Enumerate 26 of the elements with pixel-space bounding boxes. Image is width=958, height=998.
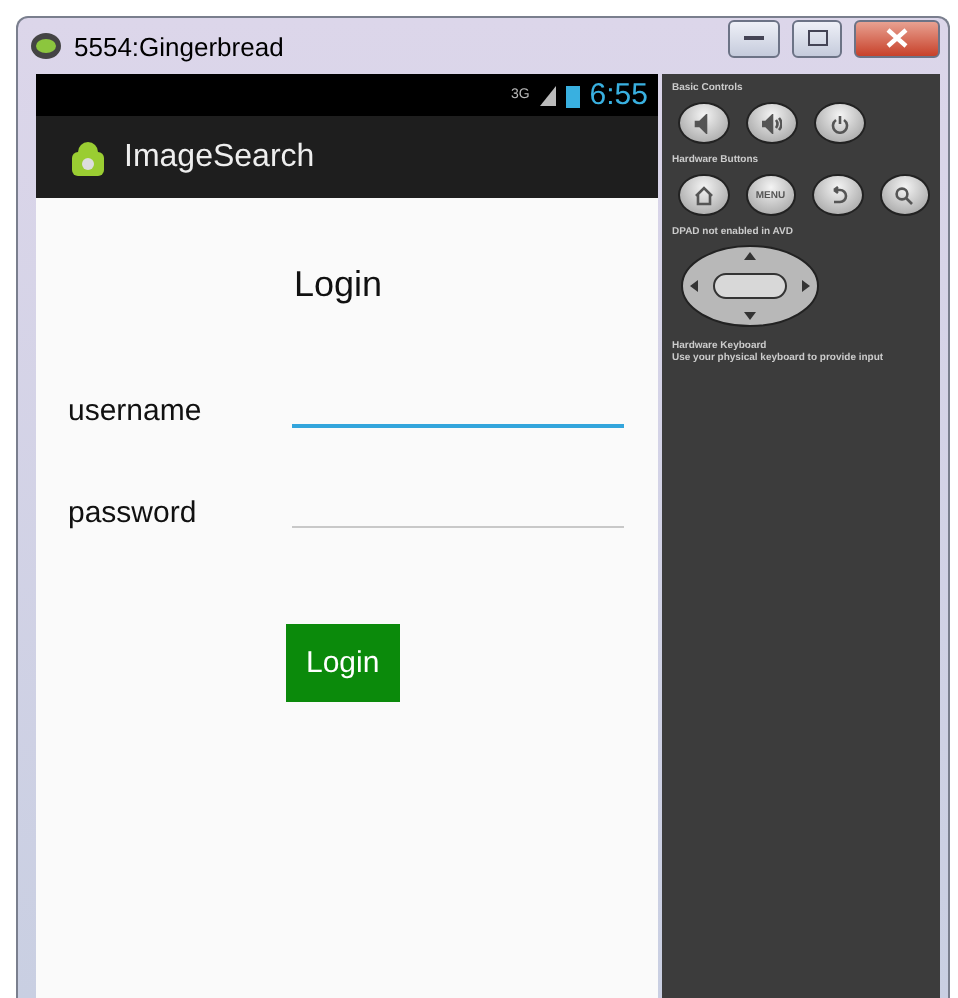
clock: 6:55: [589, 78, 648, 112]
login-heading: Login: [294, 264, 383, 306]
back-button[interactable]: [812, 174, 863, 216]
close-icon: [886, 28, 908, 48]
search-icon: [894, 185, 915, 205]
power-icon: [830, 113, 850, 133]
field-label: username: [68, 394, 204, 428]
dpad-drawing: [680, 244, 820, 328]
home-icon: [693, 185, 714, 205]
app-title: ImageSearch: [124, 139, 315, 175]
field-label: password: [68, 496, 199, 530]
window-title: 5554:Gingerbread: [74, 31, 286, 61]
power-button[interactable]: [814, 102, 866, 144]
minimize-button[interactable]: [728, 19, 780, 57]
signal-icon: [539, 85, 556, 105]
battery-icon: [565, 83, 580, 107]
maximize-icon: [807, 30, 827, 46]
maximize-button[interactable]: [792, 19, 842, 57]
volume-up-button[interactable]: [746, 102, 798, 144]
close-button[interactable]: [854, 19, 940, 57]
speaker-loud-icon: [762, 113, 782, 133]
minimize-icon: [744, 34, 764, 42]
home-button[interactable]: [678, 174, 729, 216]
login-button[interactable]: Login: [286, 624, 400, 702]
volume-down-button[interactable]: [678, 102, 730, 144]
search-button[interactable]: [879, 174, 930, 216]
